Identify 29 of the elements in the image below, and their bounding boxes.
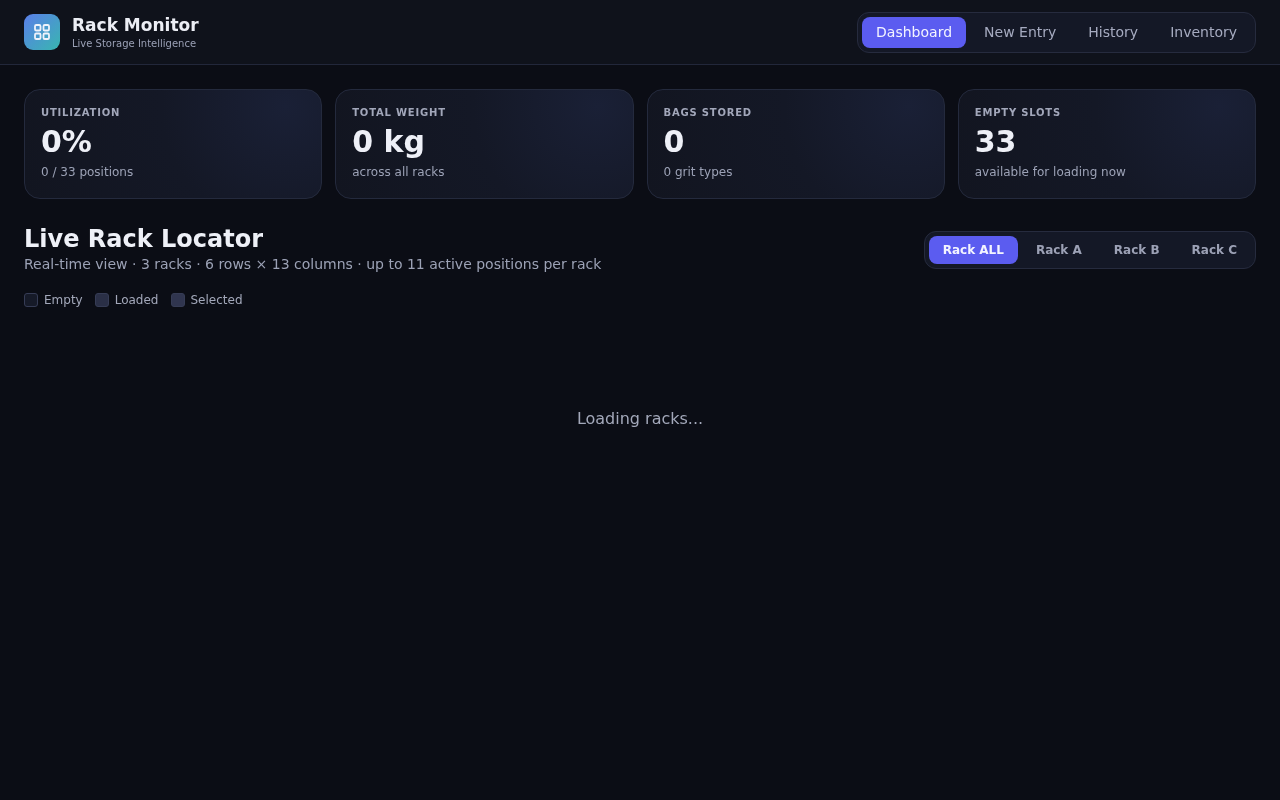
- legend-label: Empty: [44, 292, 83, 309]
- stat-value: 0%: [41, 124, 93, 160]
- stat-value: 0 kg: [352, 124, 426, 160]
- nav-tab[interactable]: History: [1074, 16, 1153, 48]
- app-subtitle: Live Storage Intelligence: [72, 36, 198, 51]
- legend-label: Selected: [190, 292, 243, 309]
- stat-note: 0 / 33 positions: [41, 164, 135, 180]
- rack-filter-tab[interactable]: Rack B: [1099, 236, 1174, 264]
- stat-label: BAGS STORED: [663, 106, 753, 120]
- app-logo-icon: [24, 14, 60, 50]
- nav-tab[interactable]: Inventory: [1156, 16, 1251, 48]
- section-subtitle: Real-time view · 3 racks · 6 rows × 13 columns · up to 11 active positions per rack: [24, 255, 602, 274]
- stat-note: across all racks: [352, 164, 446, 180]
- nav-tab[interactable]: New Entry: [970, 16, 1071, 48]
- stat-label: EMPTY SLOTS: [974, 106, 1062, 120]
- stat-label: UTILIZATION: [41, 106, 122, 120]
- stat-value: 0: [663, 124, 686, 160]
- section-title: Live Rack Locator: [24, 225, 264, 253]
- nav-tab[interactable]: Dashboard: [862, 16, 967, 48]
- stat-label: TOTAL WEIGHT: [352, 106, 447, 120]
- stat-note: available for loading now: [974, 164, 1127, 180]
- rack-filter-tab[interactable]: Rack C: [1177, 236, 1251, 264]
- loading-message: Loading racks...: [576, 408, 704, 430]
- app-title: Rack Monitor: [72, 13, 199, 36]
- legend-label: Loaded: [114, 292, 159, 309]
- stat-note: 0 grit types: [663, 164, 734, 180]
- rack-filter-tab[interactable]: Rack ALL: [928, 236, 1018, 264]
- rack-filter-tab[interactable]: Rack A: [1021, 236, 1096, 264]
- stat-value: 33: [974, 124, 1018, 160]
